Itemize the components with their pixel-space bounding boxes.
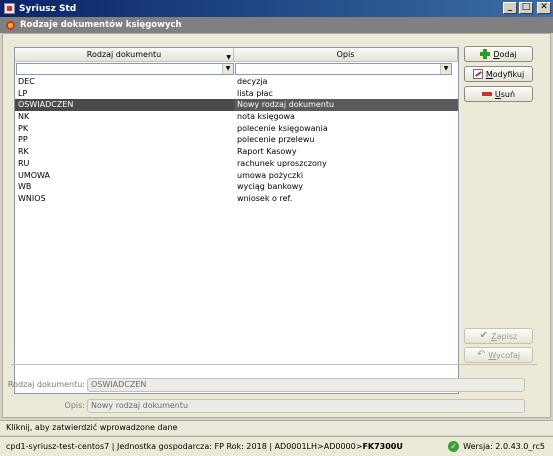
status-context-text: cpd1-syriusz-test-centos7 | Jednostka go… [6, 442, 363, 451]
check-circle-icon: ✓ [448, 441, 460, 452]
filter-row: ▼ ▼ [15, 62, 458, 76]
table-row[interactable]: UMOWA umowa pożyczki [15, 170, 458, 182]
version-info: ✓ Wersja: 2.0.43.0_rc5 [448, 437, 545, 456]
plus-icon [480, 49, 491, 59]
document-types-grid: Rodzaj dokumentu ▼ Opis ▼ ▼ DEC decyzja LP… [14, 47, 459, 394]
grid-header: Rodzaj dokumentu ▼ Opis [15, 48, 458, 62]
cell-description: wniosek o ref. [237, 193, 293, 203]
undo-icon: ↶ [476, 349, 486, 360]
description-label: Opis: [64, 401, 85, 410]
undo-button[interactable]: ↶ Wycofaj [464, 347, 533, 363]
cell-document-type: RU [18, 158, 30, 168]
filter-document-type[interactable]: ▼ [16, 63, 234, 75]
add-button[interactable]: Dodaj [464, 46, 533, 62]
status-bar: cpd1-syriusz-test-centos7 | Jednostka go… [0, 436, 553, 456]
maximize-button[interactable]: □ [519, 2, 533, 14]
cell-description: nota księgowa [237, 112, 295, 122]
cell-description: decyzja [237, 77, 268, 86]
column-header-label: Rodzaj dokumentu [86, 50, 162, 59]
form-body: Rodzaj dokumentu ▼ Opis ▼ ▼ DEC decyzja LP… [2, 33, 551, 418]
table-row[interactable]: PK polecenie księgowania [15, 123, 458, 135]
cell-description: rachunek uproszczony [237, 158, 327, 168]
hint-bar: Kliknij, aby zatwierdzić wprowadzone dan… [0, 420, 553, 435]
form-title: Rodzaje dokumentów księgowych [20, 20, 182, 30]
column-header-document-type[interactable]: Rodzaj dokumentu ▼ [15, 48, 234, 62]
column-header-description[interactable]: Opis [234, 48, 458, 62]
description-field[interactable]: Nowy rodzaj dokumentu [87, 399, 525, 413]
delete-button-label: suń [500, 89, 516, 99]
cell-document-type: PK [18, 123, 29, 133]
modify-button-label: odyfikuj [492, 69, 525, 79]
cell-description: polecenie księgowania [237, 123, 328, 133]
cell-document-type: DEC [18, 77, 35, 86]
grid-rows: DEC decyzja LP lista płac OSWIADCZEN Nowy rod… [15, 76, 458, 205]
chevron-down-icon[interactable]: ▼ [222, 64, 233, 74]
table-row[interactable]: RK Raport Kasowy [15, 146, 458, 158]
status-context: cpd1-syriusz-test-centos7 | Jednostka go… [6, 442, 403, 451]
table-row[interactable]: OSWIADCZEN Nowy rodzaj dokumentu [15, 99, 458, 112]
cell-document-type: PP [18, 135, 28, 145]
hint-text: Kliknij, aby zatwierdzić wprowadzone dan… [6, 423, 178, 432]
form-titlebar: Rodzaje dokumentów księgowych [0, 17, 553, 33]
save-button-label: apisz [496, 331, 518, 341]
table-row[interactable]: PP polecenie przelewu [15, 134, 458, 146]
cell-description: wyciąg bankowy [237, 182, 303, 192]
chevron-down-icon[interactable]: ▼ [440, 64, 451, 74]
cell-description: Nowy rodzaj dokumentu [234, 99, 458, 112]
table-row[interactable]: DEC decyzja [15, 76, 458, 88]
delete-button[interactable]: Usuń [464, 86, 533, 102]
cell-document-type: OSWIADCZEN [18, 100, 74, 110]
modify-button[interactable]: Modyfikuj [464, 66, 533, 82]
status-context-user: FK7300U [362, 442, 403, 451]
column-header-label: Opis [336, 50, 355, 59]
modify-button-mnemonic: M [485, 69, 493, 79]
add-button-label: odaj [499, 49, 517, 59]
table-row[interactable]: WB wyciąg bankowy [15, 181, 458, 193]
cell-document-type: WB [18, 182, 32, 192]
cell-document-type: NK [18, 112, 30, 122]
filter-description[interactable]: ▼ [235, 63, 452, 75]
undo-button-label: ycofaj [496, 350, 521, 360]
minimize-button[interactable]: _ [503, 2, 517, 14]
app-icon [4, 3, 15, 14]
table-row[interactable]: RU rachunek uproszczony [15, 158, 458, 170]
table-row[interactable]: NK nota księgowa [15, 111, 458, 123]
cell-document-type: UMOWA [18, 170, 50, 180]
save-button[interactable]: ✔ Zapisz [464, 328, 533, 344]
document-type-label: Rodzaj dokumentu: [7, 380, 85, 389]
window-controls: _ □ ✕ [503, 2, 551, 14]
edit-icon [472, 69, 483, 79]
cell-description: lista płac [237, 88, 273, 98]
document-type-field[interactable]: OSWIADCZEN [87, 378, 525, 392]
cell-document-type: LP [18, 88, 28, 98]
cell-description: Raport Kasowy [237, 147, 297, 157]
cell-document-type: WNIOS [18, 193, 46, 203]
version-text: Wersja: 2.0.43.0_rc5 [463, 442, 545, 451]
window-titlebar: Syriusz Std _ □ ✕ [0, 0, 553, 17]
close-button[interactable]: ✕ [537, 2, 551, 14]
undo-button-mnemonic: W [488, 350, 497, 360]
form-icon [6, 20, 15, 30]
cell-document-type: RK [18, 147, 29, 157]
minus-icon [481, 89, 492, 99]
check-icon: ✔ [479, 330, 489, 341]
table-row[interactable]: LP lista płac [15, 88, 458, 100]
window-title: Syriusz Std [19, 3, 77, 14]
cell-description: umowa pożyczki [237, 170, 304, 180]
cell-description: polecenie przelewu [237, 135, 315, 145]
table-row[interactable]: WNIOS wniosek o ref. [15, 193, 458, 205]
divider [11, 364, 538, 365]
